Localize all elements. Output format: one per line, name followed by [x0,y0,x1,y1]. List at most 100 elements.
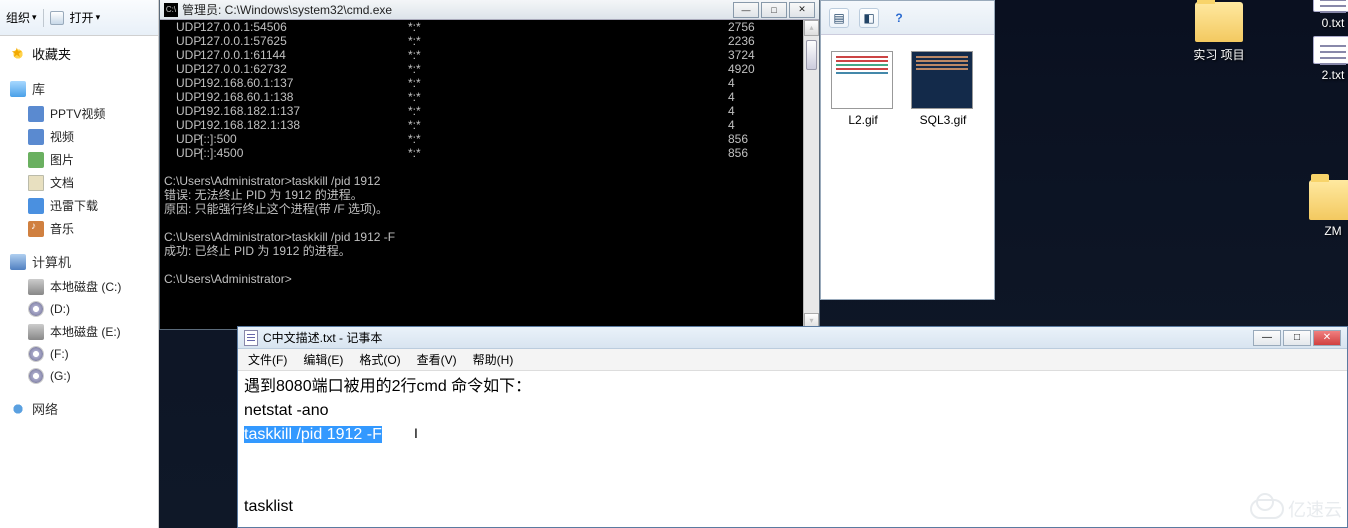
network-icon [10,401,26,417]
netstat-row: UDP192.168.182.1:138*:*4 [164,118,815,132]
file-label: L2.gif [831,113,895,127]
cmd-icon: C:\ [164,3,178,17]
explorer-window-right: ▤ ◧ ? L2.gif SQL3.gif [820,0,995,300]
netstat-row: UDP127.0.0.1:61144*:*3724 [164,48,815,62]
icon-label: 实习 项目 [1182,46,1256,63]
cmd-line: C:\Users\Administrator> [164,272,815,286]
nav-disk-e[interactable]: 本地磁盘 (E:) [0,320,158,343]
cmd-line: 原因: 只能强行终止这个进程(带 /F 选项)。 [164,202,815,216]
nav-disk-d[interactable]: (D:) [0,298,158,320]
desktop-file-2txt[interactable]: 2.txt [1296,36,1348,82]
text-selection: taskkill /pid 1912 -F [244,426,382,443]
cmd-scrollbar[interactable]: ▴ ▾ [803,20,819,329]
minimize-button[interactable]: — [733,2,759,18]
text-file-icon [1313,36,1348,64]
help-button[interactable]: ? [889,8,909,28]
menu-view[interactable]: 查看(V) [411,349,463,370]
nav-item-pptv[interactable]: PPTV视频 [0,102,158,125]
text-line: 遇到8080端口被用的2行cmd 命令如下： [244,375,1341,399]
desktop-folder-shixi[interactable]: 实习 项目 [1182,2,1256,63]
video-icon [28,129,44,145]
minimize-button[interactable]: — [1253,330,1281,346]
close-button[interactable]: ✕ [1313,330,1341,346]
cmd-line [164,258,815,272]
cmd-line: 错误: 无法终止 PID 为 1912 的进程。 [164,188,815,202]
cmd-line: C:\Users\Administrator>taskkill /pid 191… [164,174,815,188]
netstat-row: UDP[::]:500*:*856 [164,132,815,146]
icon-label: ZM [1296,224,1348,238]
nav-disk-f[interactable]: (F:) [0,343,158,365]
cd-icon [28,368,44,384]
nav-item-music[interactable]: 音乐 [0,217,158,240]
netstat-row: UDP127.0.0.1:54506*:*2756 [164,20,815,34]
cd-icon [28,301,44,317]
icon-label: 0.txt [1296,16,1348,30]
desktop-folder-zm[interactable]: ZM [1296,180,1348,238]
maximize-button[interactable]: □ [1283,330,1311,346]
cmd-window: C:\ 管理员: C:\Windows\system32\cmd.exe — □… [159,0,820,330]
menu-edit[interactable]: 编辑(E) [297,349,349,370]
cmd-title-text: 管理员: C:\Windows\system32\cmd.exe [182,1,392,18]
view-layout-button[interactable]: ▤ [829,8,849,28]
nav-item-video[interactable]: 视频 [0,125,158,148]
star-icon [10,46,26,62]
network-label: 网络 [32,399,58,418]
thumbnail-icon [831,51,893,109]
notepad-title-text: C中文描述.txt - 记事本 [263,329,382,346]
view-mode-button[interactable]: ◧ [859,8,879,28]
text-line [244,471,1341,495]
netstat-row: UDP192.168.60.1:137*:*4 [164,76,815,90]
menu-format[interactable]: 格式(O) [353,349,406,370]
open-icon [50,11,64,25]
nav-computer[interactable]: 计算机 [0,248,158,275]
close-button[interactable]: ✕ [789,2,815,18]
nav-favorites[interactable]: 收藏夹 [0,40,158,67]
netstat-row: UDP127.0.0.1:57625*:*2236 [164,34,815,48]
help-icon: ? [895,11,902,25]
file-item[interactable]: SQL3.gif [911,51,975,127]
maximize-button[interactable]: □ [761,2,787,18]
cd-icon [28,346,44,362]
nav-library[interactable]: 库 [0,75,158,102]
icon-label: 2.txt [1296,68,1348,82]
cmd-output[interactable]: UDP127.0.0.1:54506*:*2756UDP127.0.0.1:57… [160,20,819,329]
text-cursor-icon: I [414,421,418,445]
picture-icon [28,152,44,168]
desktop-file-0txt[interactable]: 0.txt [1296,0,1348,30]
nav-disk-g[interactable]: (G:) [0,365,158,387]
nav-item-pictures[interactable]: 图片 [0,148,158,171]
cmd-line [164,160,815,174]
explorer-sidebar: 组织 打开 收藏夹 库 PPTV视频 视频 图片 文档 迅雷下载 音乐 计算机 … [0,0,159,528]
folder-icon [1195,2,1243,42]
notepad-titlebar[interactable]: C中文描述.txt - 记事本 — □ ✕ [238,327,1347,349]
nav-item-xunlei[interactable]: 迅雷下载 [0,194,158,217]
nav-item-documents[interactable]: 文档 [0,171,158,194]
music-icon [28,221,44,237]
notepad-menubar: 文件(F) 编辑(E) 格式(O) 查看(V) 帮助(H) [238,349,1347,371]
explorer-right-toolbar: ▤ ◧ ? [821,1,994,35]
cloud-icon [1250,499,1284,519]
scroll-up-button[interactable]: ▴ [804,20,819,36]
menu-help[interactable]: 帮助(H) [467,349,520,370]
document-icon [28,175,44,191]
download-icon [28,198,44,214]
nav-network[interactable]: 网络 [0,395,158,422]
text-line: netstat -ano [244,399,1341,423]
cmd-titlebar[interactable]: C:\ 管理员: C:\Windows\system32\cmd.exe — □… [160,0,819,20]
computer-icon [10,254,26,270]
file-item[interactable]: L2.gif [831,51,895,127]
nav-disk-c[interactable]: 本地磁盘 (C:) [0,275,158,298]
netstat-row: UDP[::]:4500*:*856 [164,146,815,160]
text-line: tasklist [244,495,1341,519]
scroll-thumb[interactable] [806,40,817,70]
video-icon [28,106,44,122]
watermark-text: 亿速云 [1288,496,1342,522]
netstat-row: UDP192.168.60.1:138*:*4 [164,90,815,104]
cmd-line [164,216,815,230]
organize-menu[interactable]: 组织 [6,9,37,26]
open-menu[interactable]: 打开 [70,9,101,26]
menu-file[interactable]: 文件(F) [242,349,293,370]
netstat-row: UDP192.168.182.1:137*:*4 [164,104,815,118]
notepad-textarea[interactable]: 遇到8080端口被用的2行cmd 命令如下： netstat -ano task… [238,371,1347,523]
cmd-line: 成功: 已终止 PID 为 1912 的进程。 [164,244,815,258]
